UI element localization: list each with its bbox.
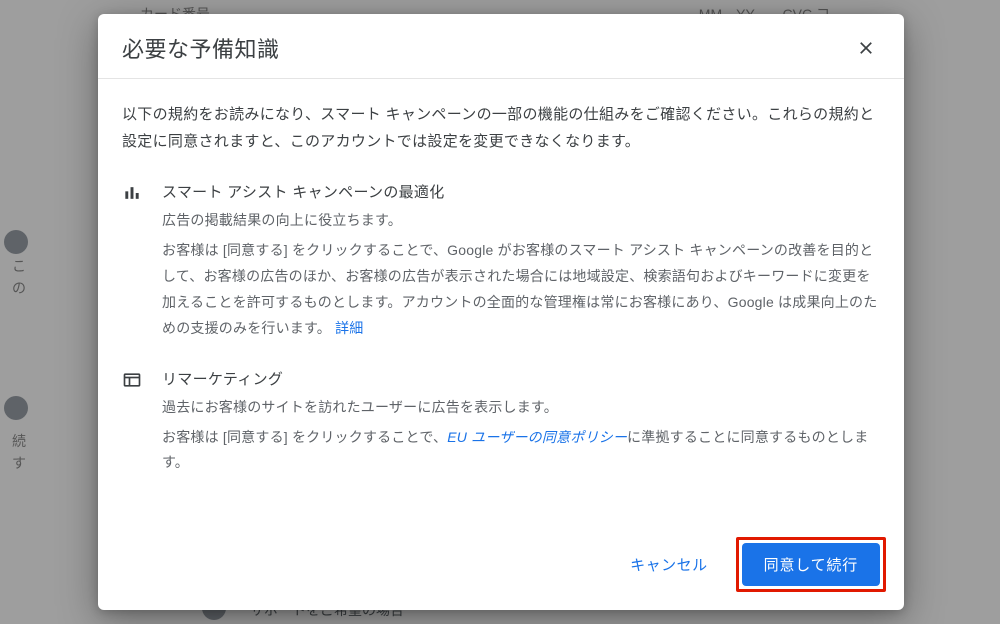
agree-continue-button[interactable]: 同意して続行 (742, 543, 880, 586)
close-button[interactable] (852, 34, 880, 62)
bg-text: この (12, 255, 26, 300)
bg-dot (4, 396, 28, 420)
modal-title: 必要な予備知識 (122, 32, 280, 64)
section-subtitle: 広告の掲載結果の向上に役立ちます。 (162, 210, 880, 230)
highlight-frame: 同意して続行 (736, 537, 886, 592)
modal-header: 必要な予備知識 (98, 14, 904, 79)
modal-footer: キャンセル 同意して続行 (98, 523, 904, 610)
section-subtitle: 過去にお客様のサイトを訪れたユーザーに広告を表示します。 (162, 397, 880, 417)
consent-modal: 必要な予備知識 以下の規約をお読みになり、スマート キャンペーンの一部の機能の仕… (98, 14, 904, 610)
cancel-button[interactable]: キャンセル (616, 544, 722, 585)
bg-text: 続す (12, 430, 26, 475)
section-body: お客様は [同意する] をクリックすることで、EU ユーザーの同意ポリシーに準拠… (162, 425, 880, 477)
section-body: お客様は [同意する] をクリックすることで、Google がお客様のスマート … (162, 238, 880, 342)
modal-body: 以下の規約をお読みになり、スマート キャンペーンの一部の機能の仕組みをご確認くだ… (98, 79, 904, 523)
web-icon (122, 368, 144, 477)
close-icon (857, 39, 875, 57)
bg-dot (4, 230, 28, 254)
intro-text: 以下の規約をお読みになり、スマート キャンペーンの一部の機能の仕組みをご確認くだ… (122, 101, 880, 155)
section-title: スマート アシスト キャンペーンの最適化 (162, 181, 880, 202)
learn-more-link[interactable]: 詳細 (335, 320, 363, 336)
bar-chart-icon (122, 181, 144, 342)
section-title: リマーケティング (162, 368, 880, 389)
eu-policy-link[interactable]: EU ユーザーの同意ポリシー (447, 429, 627, 445)
section-optimization: スマート アシスト キャンペーンの最適化 広告の掲載結果の向上に役立ちます。 お… (122, 181, 880, 342)
section-remarketing: リマーケティング 過去にお客様のサイトを訪れたユーザーに広告を表示します。 お客… (122, 368, 880, 477)
